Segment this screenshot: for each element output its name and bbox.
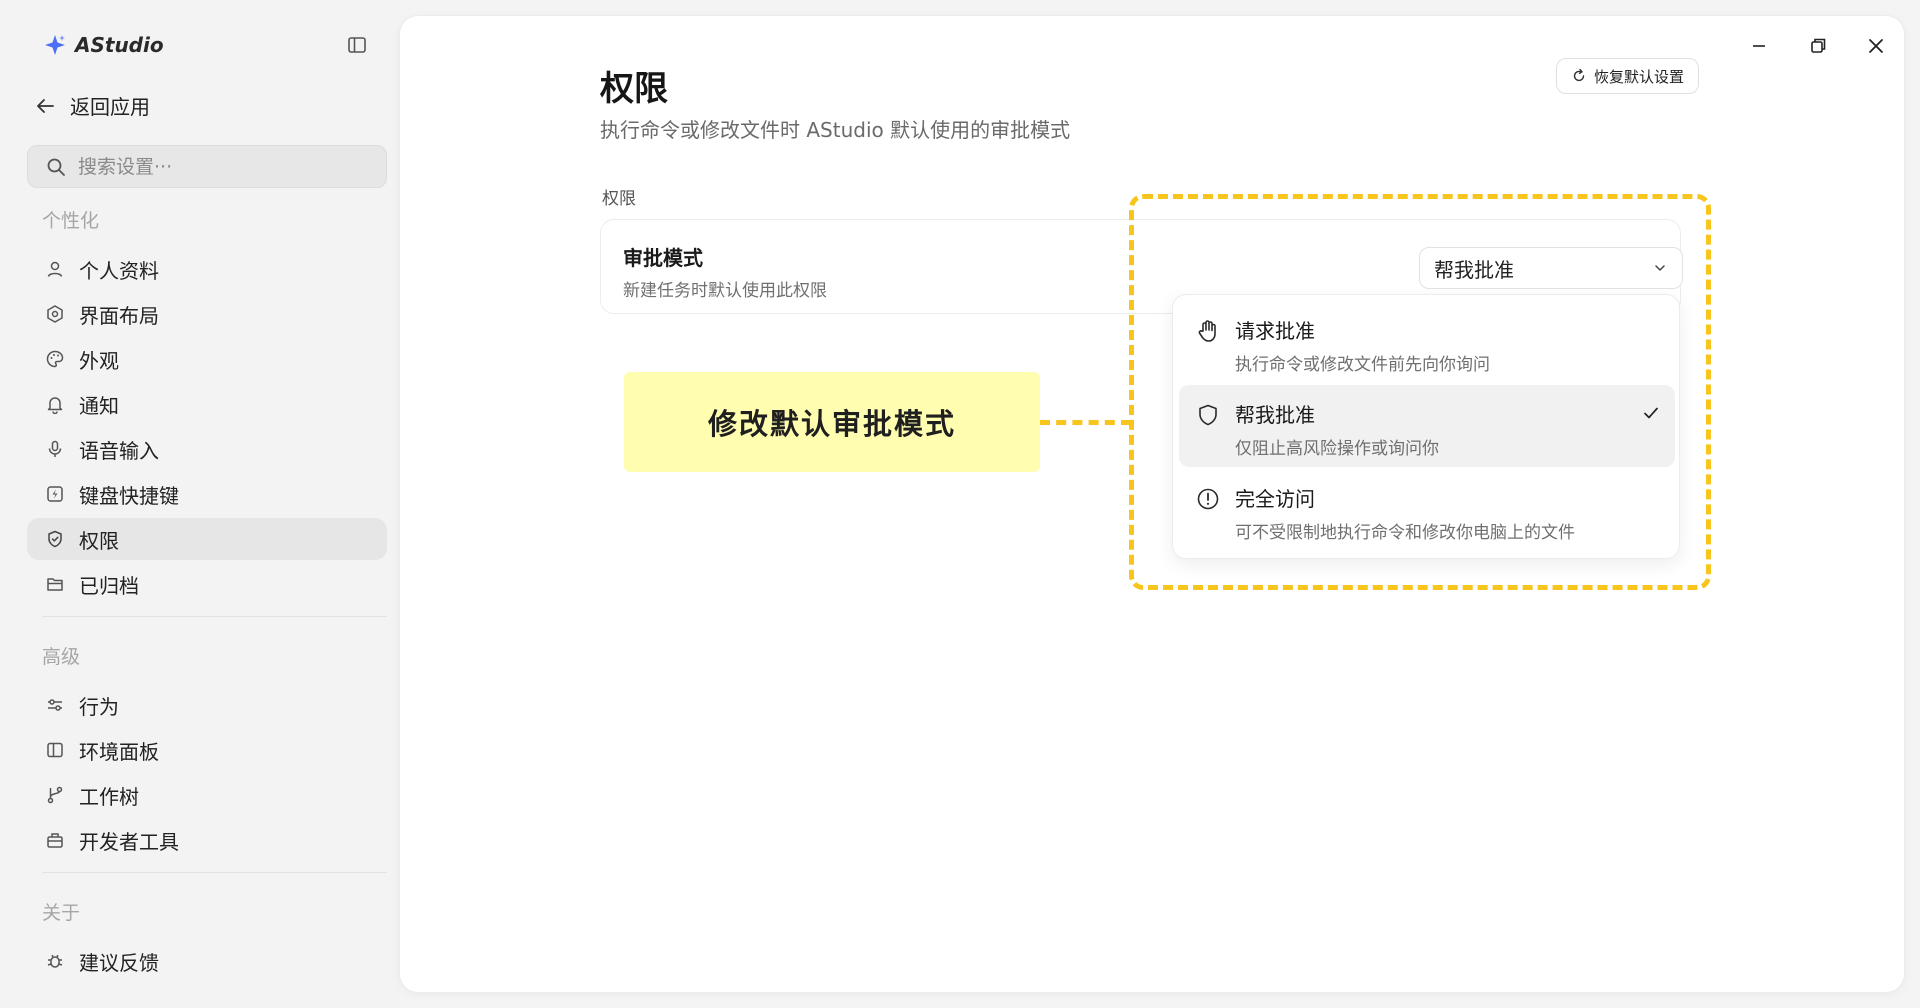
sidebar-item-label: 开发者工具 xyxy=(79,829,179,854)
sidebar-divider xyxy=(42,872,387,873)
sparkle-logo-icon xyxy=(45,35,65,55)
sidebar-item-label: 键盘快捷键 xyxy=(79,483,179,508)
sidebar-item-feedback[interactable]: 建议反馈 xyxy=(27,940,387,982)
branch-icon xyxy=(47,786,63,804)
reset-defaults-button[interactable]: 恢复默认设置 xyxy=(1556,58,1700,94)
sidebar-toggle-icon[interactable] xyxy=(346,34,368,56)
sidebar-item-label: 工作树 xyxy=(79,784,139,809)
sidebar-item-notifications[interactable]: 通知 xyxy=(27,383,387,425)
toolbox-icon xyxy=(47,833,63,848)
back-label: 返回应用 xyxy=(70,95,150,119)
sidebar-item-label: 界面布局 xyxy=(79,303,159,328)
sidebar-item-shortcuts[interactable]: 键盘快捷键 xyxy=(27,473,387,515)
reset-label: 恢复默认设置 xyxy=(1594,67,1685,86)
sidebar-item-label: 已归档 xyxy=(79,573,139,598)
bell-icon xyxy=(47,397,63,414)
sidebar-item-label: 语音输入 xyxy=(79,438,159,463)
sidebar-item-label: 权限 xyxy=(79,528,119,553)
bug-icon xyxy=(47,955,63,968)
sidebar-item-environment-panel[interactable]: 环境面板 xyxy=(27,729,387,771)
search-icon xyxy=(47,158,65,176)
annotation-highlight-box xyxy=(1129,194,1711,590)
sidebar-item-worktree[interactable]: 工作树 xyxy=(27,774,387,816)
setting-title: 审批模式 xyxy=(623,246,703,270)
page-title: 权限 xyxy=(600,69,668,109)
layout-icon xyxy=(47,305,63,323)
close-icon[interactable] xyxy=(1864,34,1888,58)
brand: AStudio xyxy=(43,33,164,57)
archive-icon xyxy=(47,578,63,591)
section-label-personal: 个性化 xyxy=(42,210,100,232)
sidebar-item-appearance[interactable]: 外观 xyxy=(27,338,387,380)
app-name: AStudio xyxy=(75,33,164,57)
sidebar-item-label: 通知 xyxy=(79,393,119,418)
palette-icon xyxy=(46,350,64,368)
sliders-icon xyxy=(48,699,62,711)
sidebar-item-label: 外观 xyxy=(79,348,119,373)
search-input[interactable] xyxy=(78,155,358,178)
search-box[interactable] xyxy=(27,145,387,188)
sidebar-item-label: 个人资料 xyxy=(79,258,159,283)
arrow-left-icon xyxy=(37,98,54,113)
settings-panel: 权限 执行命令或修改文件时 AStudio 默认使用的审批模式 恢复默认设置 权… xyxy=(400,16,1904,992)
shield-icon xyxy=(48,530,62,548)
restore-window-icon[interactable] xyxy=(1806,34,1830,58)
sidebar-item-label: 环境面板 xyxy=(79,739,159,764)
section-label-advanced: 高级 xyxy=(42,646,81,668)
sidebar-divider xyxy=(42,616,387,617)
group-label: 权限 xyxy=(602,189,636,209)
section-label-about: 关于 xyxy=(42,902,81,924)
panel-icon xyxy=(47,742,63,758)
minimize-icon[interactable] xyxy=(1747,34,1771,58)
setting-description: 新建任务时默认使用此权限 xyxy=(623,281,827,301)
sidebar-item-archived[interactable]: 已归档 xyxy=(27,563,387,605)
sidebar-item-permissions[interactable]: 权限 xyxy=(27,518,387,560)
sidebar-item-voice-input[interactable]: 语音输入 xyxy=(27,428,387,470)
sidebar-item-label: 行为 xyxy=(79,694,119,719)
back-to-app-link[interactable]: 返回应用 xyxy=(34,91,150,120)
sidebar-item-behavior[interactable]: 行为 xyxy=(27,684,387,726)
sidebar-item-label: 建议反馈 xyxy=(79,950,159,975)
reset-icon xyxy=(1573,68,1585,82)
user-icon xyxy=(47,261,63,277)
lightning-icon xyxy=(47,486,63,502)
annotation-connector xyxy=(1040,420,1131,425)
sidebar: AStudio 返回应用 个性化 个人资料 界面布局 外观 通知 语音输入 xyxy=(0,0,400,1008)
page-subtitle: 执行命令或修改文件时 AStudio 默认使用的审批模式 xyxy=(600,118,1071,142)
microphone-icon xyxy=(48,440,62,457)
sidebar-item-profile[interactable]: 个人资料 xyxy=(27,248,387,290)
sidebar-item-layout[interactable]: 界面布局 xyxy=(27,293,387,335)
annotation-callout: 修改默认审批模式 xyxy=(624,372,1040,472)
sidebar-item-devtools[interactable]: 开发者工具 xyxy=(27,819,387,861)
